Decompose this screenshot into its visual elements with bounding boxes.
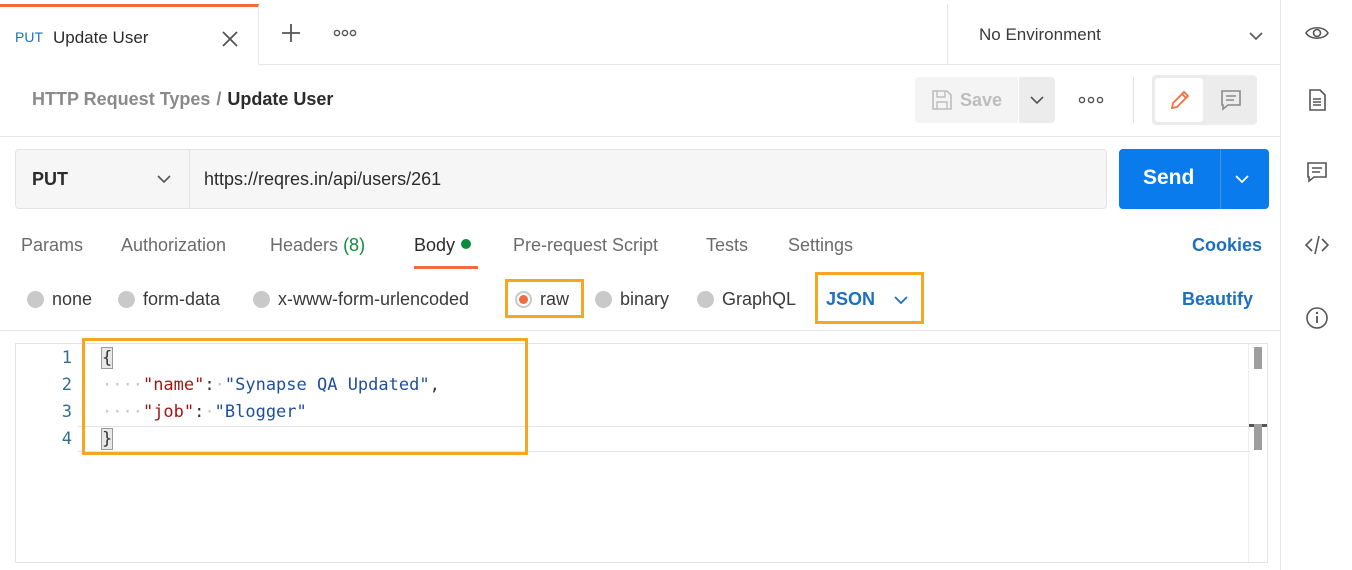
method-label: PUT: [32, 169, 68, 189]
tab-authorization[interactable]: Authorization: [121, 235, 226, 256]
radio-label: form-data: [143, 289, 221, 309]
highlight-box: [505, 279, 584, 318]
radio-label: x-www-form-urlencoded: [278, 289, 470, 309]
tab-headers-label: Headers: [270, 235, 339, 255]
line-number: 2: [61, 375, 72, 395]
comment-mode-button[interactable]: [1207, 78, 1255, 122]
headers-count-badge: (8): [343, 235, 366, 255]
chevron-down-icon: [1248, 28, 1264, 44]
chevron-down-icon[interactable]: [1234, 171, 1250, 187]
tab-pre-request-script[interactable]: Pre-request Script: [513, 235, 658, 256]
send-button[interactable]: Send: [1119, 149, 1269, 209]
url-input[interactable]: [204, 162, 1084, 196]
environment-selector[interactable]: No Environment: [947, 4, 1280, 65]
divider: [1133, 77, 1134, 123]
radio-button[interactable]: [27, 291, 44, 308]
cookies-link[interactable]: Cookies: [1192, 235, 1262, 256]
eye-icon[interactable]: [1305, 21, 1329, 45]
view-mode-toggle: [1152, 75, 1257, 125]
send-label: Send: [1143, 166, 1195, 189]
line-number-gutter: 1 2 3 4: [16, 344, 78, 562]
close-icon[interactable]: [218, 27, 242, 51]
highlight-box: [815, 272, 924, 324]
highlight-box: [82, 338, 528, 455]
save-label: Save: [960, 90, 1003, 110]
line-number: 4: [61, 429, 72, 449]
request-header: HTTP Request Types / Update User Save: [0, 65, 1280, 137]
tab-headers[interactable]: Headers (8): [270, 235, 365, 256]
divider: [1220, 149, 1221, 209]
comment-icon[interactable]: [1305, 160, 1329, 184]
save-options-button[interactable]: [1019, 77, 1055, 123]
plus-icon[interactable]: [280, 22, 302, 44]
request-tab-active[interactable]: PUT Update User: [0, 4, 259, 65]
tab-body-label: Body: [414, 235, 456, 255]
chevron-down-icon: [156, 171, 172, 187]
active-tab-indicator: [414, 266, 478, 269]
method-select[interactable]: PUT: [16, 150, 190, 208]
scrollbar-marker: [1254, 424, 1262, 450]
tab-settings[interactable]: Settings: [788, 235, 853, 256]
tab-method-label: PUT: [15, 29, 43, 45]
url-bar: PUT: [15, 149, 1107, 209]
breadcrumb-request[interactable]: Update User: [227, 89, 333, 109]
radio-button[interactable]: [595, 291, 612, 308]
tab-bar: PUT Update User No Environment: [0, 0, 1280, 65]
pencil-icon: [1170, 90, 1190, 110]
status-dot: [461, 239, 472, 249]
line-number: 1: [61, 348, 72, 368]
more-icon[interactable]: [1078, 93, 1104, 107]
tab-body[interactable]: Body: [414, 235, 472, 256]
radio-button[interactable]: [253, 291, 270, 308]
breadcrumb-collection[interactable]: HTTP Request Types: [32, 89, 210, 109]
radio-label: binary: [620, 289, 670, 309]
vertical-scrollbar[interactable]: [1248, 344, 1267, 562]
save-icon: [931, 89, 953, 111]
more-icon[interactable]: [333, 26, 357, 40]
tab-title: Update User: [53, 28, 149, 47]
edit-mode-button[interactable]: [1155, 78, 1203, 122]
divider: [0, 330, 1280, 331]
comment-icon: [1221, 90, 1241, 111]
save-button[interactable]: Save: [915, 77, 1018, 123]
radio-button[interactable]: [118, 291, 135, 308]
radio-label: none: [52, 289, 93, 309]
tab-tests[interactable]: Tests: [706, 235, 748, 256]
beautify-link[interactable]: Beautify: [1182, 289, 1253, 310]
radio-label: GraphQL: [722, 289, 797, 309]
breadcrumb-separator: /: [216, 89, 222, 109]
info-icon[interactable]: [1305, 306, 1329, 330]
code-icon[interactable]: [1304, 233, 1330, 257]
chevron-down-icon: [1030, 96, 1044, 105]
document-icon[interactable]: [1305, 88, 1329, 112]
scrollbar-thumb[interactable]: [1254, 347, 1262, 369]
right-sidebar: [1280, 0, 1352, 570]
breadcrumb: HTTP Request Types / Update User: [32, 89, 333, 110]
tab-params[interactable]: Params: [21, 235, 83, 256]
radio-button[interactable]: [697, 291, 714, 308]
line-number: 3: [61, 402, 72, 422]
environment-label: No Environment: [979, 25, 1101, 44]
